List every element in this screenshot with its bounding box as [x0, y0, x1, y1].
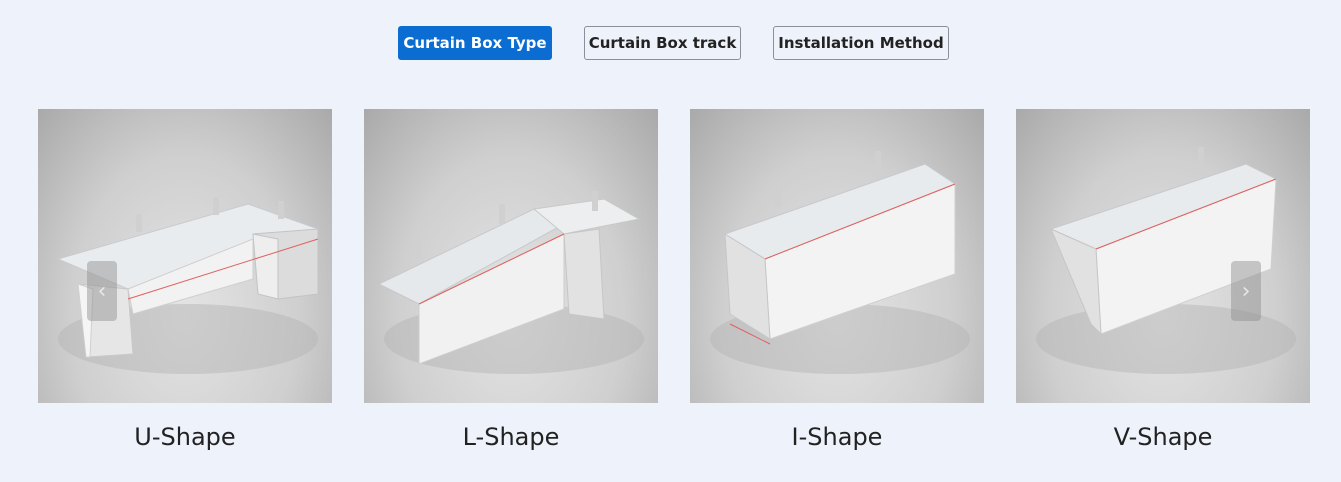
product-card-u-shape[interactable]: U-Shape — [38, 109, 332, 451]
card-label: U-Shape — [134, 423, 236, 451]
chevron-left-icon: ‹ — [97, 278, 107, 304]
l-shape-curtain-box-image — [364, 109, 658, 403]
chevron-right-icon: › — [1241, 278, 1251, 304]
product-card-v-shape[interactable]: V-Shape — [1016, 109, 1310, 451]
card-label: L-Shape — [462, 423, 560, 451]
tab-curtain-box-track[interactable]: Curtain Box track — [584, 26, 741, 60]
v-shape-curtain-box-image — [1016, 109, 1310, 403]
tab-installation-method[interactable]: Installation Method — [773, 26, 949, 60]
product-card-i-shape[interactable]: I-Shape — [690, 109, 984, 451]
carousel-next-button[interactable]: › — [1231, 261, 1261, 321]
card-label: I-Shape — [791, 423, 883, 451]
carousel-prev-button[interactable]: ‹ — [87, 261, 117, 321]
tab-bar: Curtain Box Type Curtain Box track Insta… — [0, 26, 1341, 60]
tab-curtain-box-type[interactable]: Curtain Box Type — [398, 26, 552, 60]
i-shape-curtain-box-image — [690, 109, 984, 403]
product-card-l-shape[interactable]: L-Shape — [364, 109, 658, 451]
card-label: V-Shape — [1113, 423, 1213, 451]
u-shape-curtain-box-image — [38, 109, 332, 403]
